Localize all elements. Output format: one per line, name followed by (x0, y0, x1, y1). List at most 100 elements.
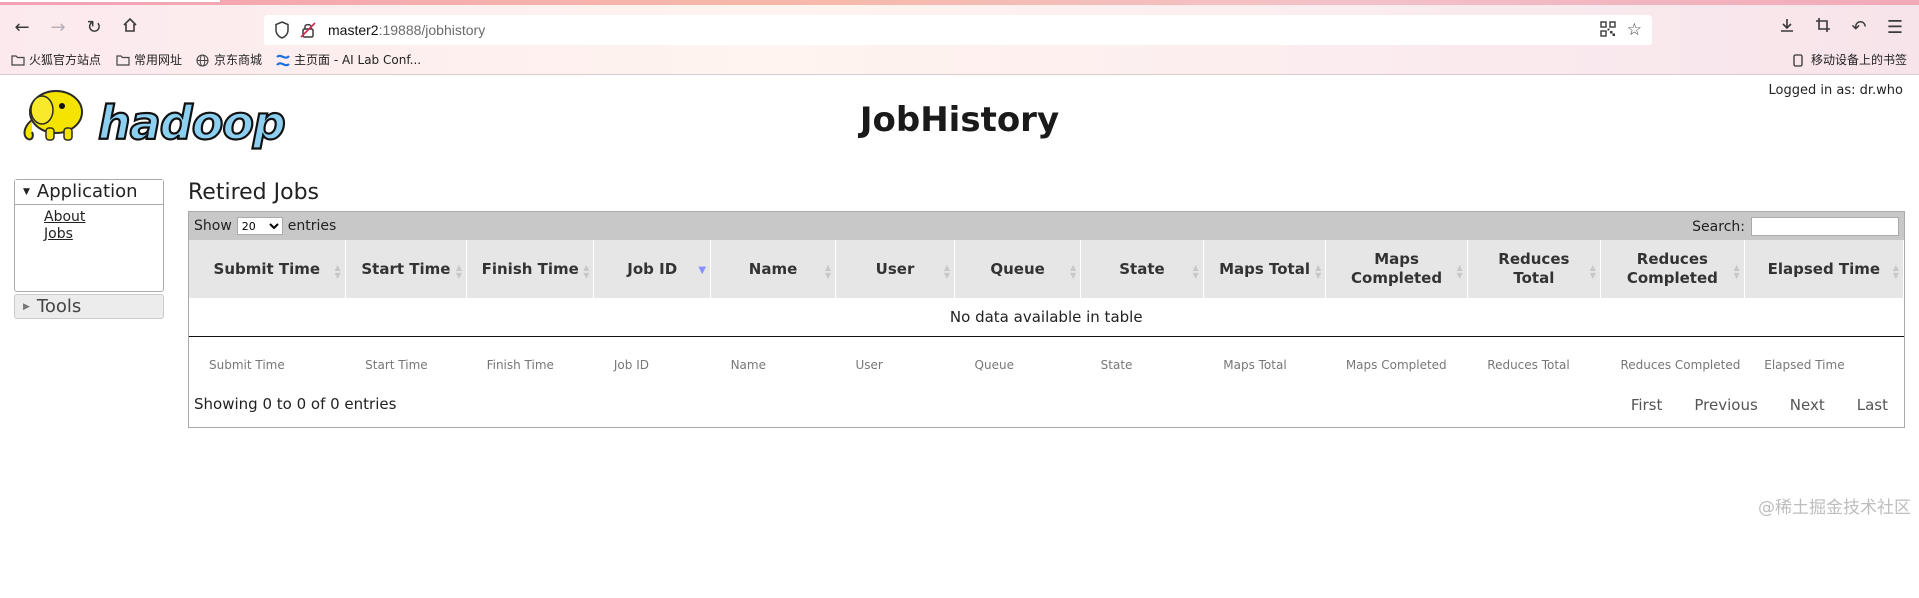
search-label: Search: (1692, 218, 1745, 235)
mobile-bookmarks[interactable]: 移动设备上的书签 (1793, 51, 1907, 68)
screenshot-crop-icon[interactable] (1812, 17, 1834, 39)
main-content: Retired Jobs Show 20 entries Search: Sub… (188, 179, 1905, 428)
bookmark-firefox-sites[interactable]: 火狐官方站点 (11, 51, 101, 68)
column-header-reduces-completed[interactable]: Reduces Completed ▲ ▼ (1600, 240, 1745, 298)
footer-job-id: Job ID (613, 358, 649, 372)
column-label: Start Time (361, 259, 451, 278)
bookmark-label: 常用网址 (134, 53, 183, 67)
empty-table-message: No data available in table (189, 298, 1904, 337)
url-path: :19888/jobhistory (378, 22, 486, 38)
footer-reduces-completed: Reduces Completed (1620, 358, 1741, 372)
home-icon[interactable] (119, 17, 141, 39)
footer-elapsed-time: Elapsed Time (1764, 358, 1845, 372)
column-header-state[interactable]: State ▲ ▼ (1080, 240, 1204, 298)
url-host: master2 (328, 22, 379, 38)
forward-arrow-icon[interactable]: → (47, 17, 69, 39)
page-title: JobHistory (859, 100, 1060, 140)
column-header-user[interactable]: User ▲ ▼ (835, 240, 956, 298)
entries-label: entries (287, 218, 337, 234)
sort-icon: ▲ ▼ (1892, 263, 1899, 280)
back-arrow-icon[interactable]: ← (11, 17, 33, 39)
column-header-finish-time[interactable]: Finish Time ▲ ▼ (466, 240, 595, 298)
column-label: Name (748, 259, 798, 278)
sort-icon: ▲ ▼ (1589, 263, 1596, 280)
bookmark-label: 火狐官方站点 (29, 53, 102, 67)
address-bar[interactable]: master2:19888/jobhistory ☆ (264, 15, 1652, 46)
footer-start-time: Start Time (365, 358, 428, 372)
column-label: Reduces Completed (1626, 250, 1718, 287)
triangle-right-icon: ▶ (23, 301, 30, 312)
menu-icon[interactable]: ☰ (1884, 17, 1906, 39)
footer-maps-total: Maps Total (1223, 358, 1287, 372)
nav-link-jobs[interactable]: Jobs (44, 226, 163, 243)
footer-queue: Queue (974, 358, 1014, 372)
column-header-start-time[interactable]: Start Time ▲ ▼ (345, 240, 468, 298)
page-size-control: Show 20 entries (194, 217, 336, 235)
bookmark-label: 移动设备上的书签 (1810, 53, 1907, 67)
bookmark-ai-lab[interactable]: 主页面 - AI Lab Conf... (276, 51, 421, 68)
sort-icon: ▲ ▼ (1070, 263, 1077, 280)
column-header-elapsed-time[interactable]: Elapsed Time ▲ ▼ (1744, 240, 1905, 298)
download-icon[interactable] (1776, 17, 1798, 39)
globe-icon (196, 53, 210, 67)
insecure-lock-icon[interactable] (300, 21, 316, 43)
column-label: Maps Total (1219, 259, 1310, 278)
table-bottom-bar: Showing 0 to 0 of 0 entries First Previo… (189, 393, 1904, 427)
column-header-reduces-total[interactable]: Reduces Total ▲ ▼ (1467, 240, 1601, 298)
mobile-device-icon (1793, 53, 1807, 67)
confluence-icon (276, 54, 290, 66)
sort-icon: ▲ ▼ (1456, 263, 1463, 280)
column-header-job-id[interactable]: Job ID ▼ (593, 240, 712, 298)
column-header-queue[interactable]: Queue ▲ ▼ (954, 240, 1082, 298)
sort-icon: ▲ ▼ (1315, 263, 1322, 280)
application-header[interactable]: ▼ Application (15, 180, 163, 205)
show-label: Show (194, 218, 232, 234)
qr-code-icon[interactable] (1600, 21, 1616, 41)
table-footer-row: Submit Time Start Time Finish Time Job I… (189, 337, 1904, 394)
column-label: User (875, 259, 915, 278)
jobhistory-page: hadoop JobHistory Logged in as: dr.who ▼… (0, 75, 1919, 598)
search-control: Search: (1692, 217, 1899, 236)
bookmark-star-icon[interactable]: ☆ (1627, 20, 1642, 40)
column-label: Finish Time (481, 259, 579, 278)
nav-link-about[interactable]: About (44, 209, 163, 226)
bookmark-jd[interactable]: 京东商城 (196, 51, 262, 68)
footer-state: State (1100, 358, 1133, 372)
table-controls: Show 20 entries Search: (189, 212, 1904, 240)
page-size-select[interactable]: 20 (236, 217, 283, 235)
pager-next-button[interactable]: Next (1790, 396, 1825, 414)
reload-icon[interactable]: ↻ (83, 17, 105, 39)
footer-maps-completed: Maps Completed (1345, 358, 1447, 372)
column-header-submit-time[interactable]: Submit Time ▲ ▼ (189, 240, 346, 298)
sort-descending-icon: ▼ (698, 265, 707, 276)
bookmark-common-sites[interactable]: 常用网址 (116, 51, 182, 68)
logged-in-status: Logged in as: dr.who (1768, 83, 1903, 98)
bookmark-label: 京东商城 (214, 53, 263, 67)
sidebar-nav: ▼ Application About Jobs ▶ Tools (14, 179, 164, 319)
pager-last-button[interactable]: Last (1857, 396, 1888, 414)
pager-first-button[interactable]: First (1631, 396, 1663, 414)
column-label: Submit Time (213, 259, 321, 278)
shield-icon[interactable] (274, 21, 290, 43)
bookmark-label: 主页面 - AI Lab Conf... (294, 53, 422, 67)
pager-previous-button[interactable]: Previous (1694, 396, 1757, 414)
application-section: ▼ Application About Jobs (14, 179, 164, 292)
column-header-maps-completed[interactable]: Maps Completed ▲ ▼ (1325, 240, 1468, 298)
active-tab-indicator (0, 0, 220, 2)
table-header-row: Submit Time ▲ ▼ Start Time ▲ ▼ Finish Time ▲ ▼… (189, 240, 1905, 298)
url-text[interactable]: master2:19888/jobhistory (328, 22, 485, 38)
tools-header[interactable]: ▶ Tools (14, 294, 164, 319)
column-label: Elapsed Time (1767, 259, 1881, 278)
column-header-maps-total[interactable]: Maps Total ▲ ▼ (1203, 240, 1327, 298)
application-label: Application (36, 181, 138, 202)
footer-submit-time: Submit Time (209, 358, 285, 372)
sort-icon: ▲ ▼ (943, 263, 951, 280)
undo-icon[interactable]: ↶ (1848, 17, 1870, 39)
triangle-down-icon: ▼ (23, 187, 30, 197)
application-links: About Jobs (15, 205, 163, 291)
column-header-name[interactable]: Name ▲ ▼ (710, 240, 836, 298)
search-input[interactable] (1751, 217, 1899, 236)
footer-reduces-total: Reduces Total (1487, 358, 1570, 372)
jobs-table: Submit Time ▲ ▼ Start Time ▲ ▼ Finish Time ▲ ▼… (189, 240, 1905, 394)
jobs-datatable: Show 20 entries Search: Submit Time ▲ ▼ St… (188, 211, 1905, 428)
